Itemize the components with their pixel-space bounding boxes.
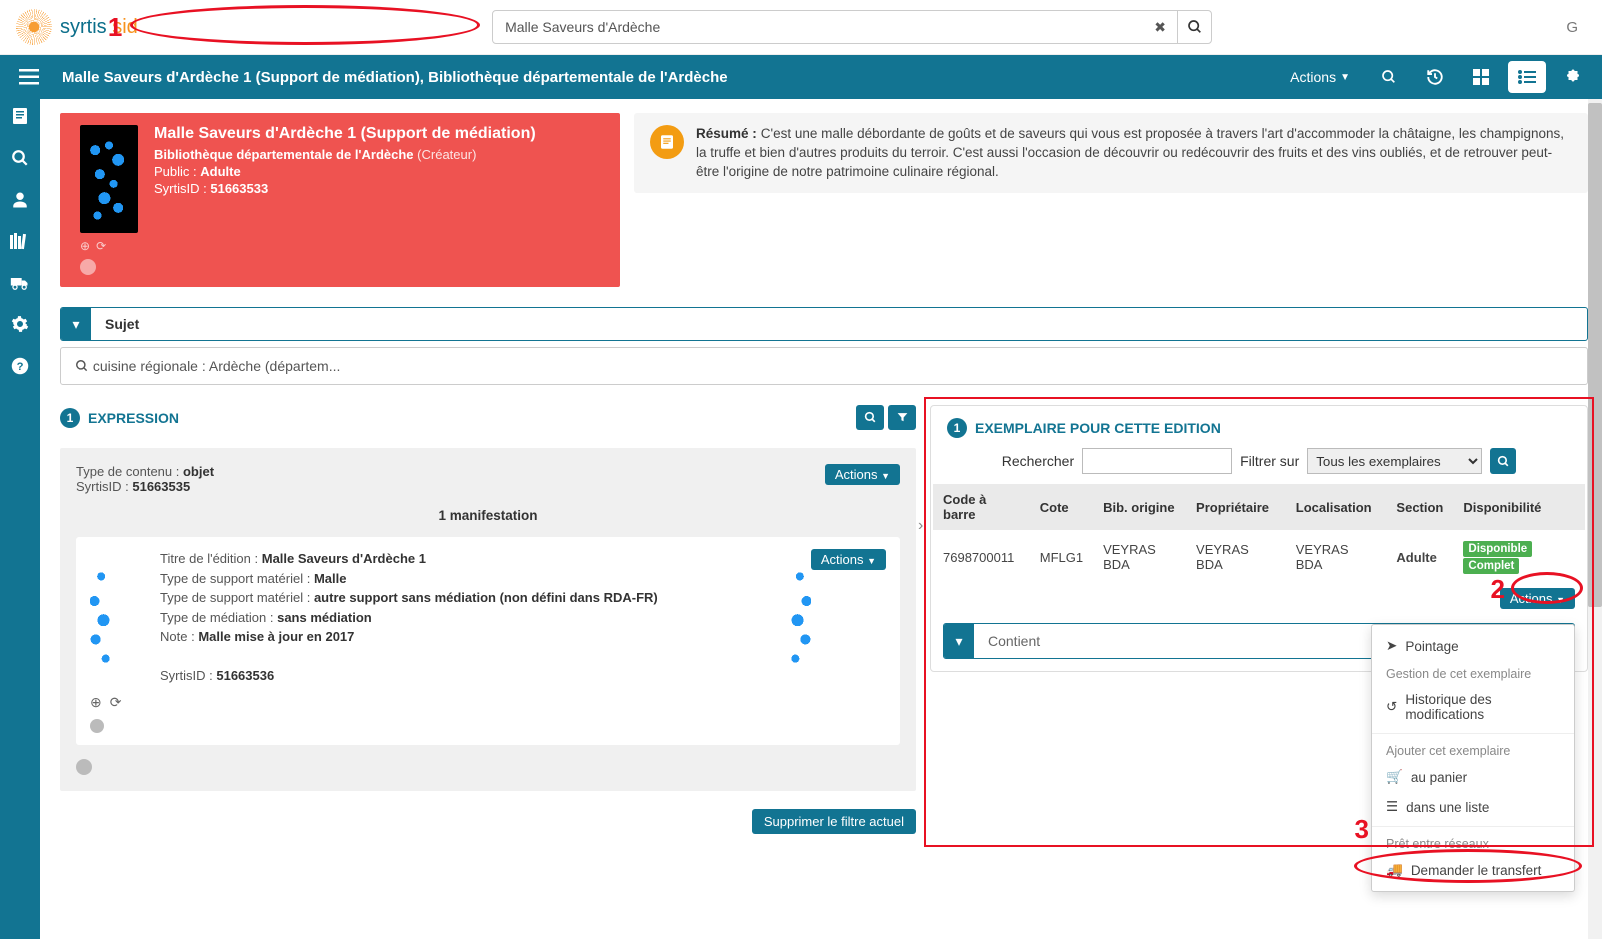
menu-history[interactable]: ↺Historique des modifications <box>1372 685 1574 729</box>
menu-pointage[interactable]: ➤Pointage <box>1372 631 1574 661</box>
nav-library-icon[interactable] <box>10 233 30 251</box>
annotation-3: 3 <box>1355 814 1369 845</box>
exemplaire-search-input[interactable] <box>1082 448 1232 474</box>
truck-icon: 🚚 <box>1386 862 1403 878</box>
expression-header: 1 EXPRESSION <box>60 408 179 428</box>
manif-actions-button[interactable]: Actions ▼ <box>811 549 886 570</box>
global-search: ✖ <box>492 10 1212 44</box>
menu-header-pret: Prêt entre réseaux <box>1372 831 1574 855</box>
logo-mark-icon <box>16 9 52 45</box>
history-icon[interactable] <box>1416 61 1454 93</box>
menu-header-gestion: Gestion de cet exemplaire <box>1372 661 1574 685</box>
svg-text:?: ? <box>17 361 24 373</box>
manif-details: Titre de l'édition : Malle Saveurs d'Ard… <box>160 549 741 686</box>
exemplaire-table: Code à barre Cote Bib. origine Propriéta… <box>933 484 1585 609</box>
menu-request-transfer[interactable]: 🚚Demander le transfert <box>1372 855 1574 885</box>
clear-icon[interactable]: ✖ <box>1143 10 1177 44</box>
subject-toggle[interactable]: ▾ <box>61 308 91 340</box>
app-logo[interactable]: syrtis sid <box>16 9 138 45</box>
nav-help-icon[interactable]: ? <box>11 357 29 375</box>
manif-refresh-icon[interactable]: ⟳ <box>110 694 122 711</box>
record-creator: Bibliothèque départementale de l'Ardèche… <box>154 147 536 162</box>
record-card: ⊕ ⟳ Malle Saveurs d'Ardèche 1 (Support d… <box>60 113 620 287</box>
grid-view-icon[interactable] <box>1462 61 1500 93</box>
header-search-icon[interactable] <box>1370 61 1408 93</box>
contient-toggle[interactable]: ▾ <box>944 624 974 658</box>
exemplaire-filter-select[interactable]: Tous les exemplaires <box>1307 448 1482 474</box>
list-icon: ☰ <box>1386 799 1398 815</box>
subject-bar: ▾ Sujet <box>60 307 1588 341</box>
history-icon: ↺ <box>1386 699 1397 715</box>
row-actions-button[interactable]: Actions ▼ <box>1500 588 1575 609</box>
scrollbar[interactable] <box>1588 99 1602 939</box>
nav-gear-icon[interactable] <box>11 315 29 333</box>
manif-art-right-icon <box>755 549 811 686</box>
expand-chevron-icon[interactable]: › <box>918 517 923 535</box>
exemplaire-search-go-icon[interactable] <box>1490 448 1516 474</box>
summary-icon <box>650 125 684 159</box>
menu-add-basket[interactable]: 🛒au panier <box>1372 762 1574 792</box>
expr-status-dot <box>76 759 92 775</box>
search-icon[interactable] <box>1177 10 1211 44</box>
table-row[interactable]: 7698700011 MFLG1 VEYRAS BDA VEYRAS BDA V… <box>933 530 1585 584</box>
basket-icon: 🛒 <box>1386 769 1403 785</box>
subject-search-result[interactable]: cuisine régionale : Ardèche (départem... <box>60 347 1588 385</box>
page-title: Malle Saveurs d'Ardèche 1 (Support de mé… <box>62 69 728 86</box>
exemplaire-search-label: Rechercher <box>1002 453 1074 469</box>
search-input[interactable] <box>493 19 1143 35</box>
nav-search-icon[interactable] <box>11 149 29 167</box>
list-view-icon[interactable] <box>1508 61 1546 93</box>
complete-badge: Complet <box>1463 558 1519 574</box>
menu-header-ajouter: Ajouter cet exemplaire <box>1372 738 1574 762</box>
menu-add-list[interactable]: ☰dans une liste <box>1372 792 1574 822</box>
remove-filter-button[interactable]: Supprimer le filtre actuel <box>752 809 916 834</box>
hamburger-icon[interactable] <box>10 69 48 85</box>
manif-add-icon[interactable]: ⊕ <box>90 694 102 711</box>
annotation-ellipse-1 <box>130 5 480 45</box>
nav-truck-icon[interactable] <box>10 275 30 291</box>
exemplaire-filter-label: Filtrer sur <box>1240 453 1299 469</box>
manifestation-count: 1 manifestation <box>76 508 900 523</box>
available-badge: Disponible <box>1463 541 1532 557</box>
puzzle-icon[interactable] <box>1554 61 1592 93</box>
manif-status-dot <box>90 719 104 733</box>
left-rail: ? <box>0 99 40 939</box>
record-title: Malle Saveurs d'Ardèche 1 (Support de mé… <box>154 125 536 143</box>
logo-text: syrtis sid <box>60 16 138 39</box>
nav-user-icon[interactable] <box>11 191 29 209</box>
exemplaire-title: EXEMPLAIRE POUR CETTE EDITION <box>975 420 1221 436</box>
nav-records-icon[interactable] <box>11 107 29 125</box>
record-thumbnail <box>80 125 138 233</box>
pointer-icon: ➤ <box>1386 638 1397 654</box>
user-initial[interactable]: G <box>1566 19 1586 36</box>
expression-actions-button[interactable]: Actions ▼ <box>825 464 900 485</box>
summary-box: Résumé :C'est une malle débordante de go… <box>634 113 1588 193</box>
row-actions-menu: ➤Pointage Gestion de cet exemplaire ↺His… <box>1371 624 1575 892</box>
expression-filter-icon[interactable] <box>888 405 916 430</box>
status-dot <box>80 259 96 275</box>
expression-meta: Type de contenu : objet SyrtisID : 51663… <box>76 464 900 494</box>
expression-search-icon[interactable] <box>856 405 884 430</box>
manif-art-left-icon <box>90 549 146 686</box>
add-icon[interactable]: ⊕ <box>80 239 90 253</box>
subject-label: Sujet <box>91 308 153 340</box>
actions-dropdown[interactable]: Actions ▼ <box>1278 63 1362 91</box>
refresh-icon[interactable]: ⟳ <box>96 239 106 253</box>
